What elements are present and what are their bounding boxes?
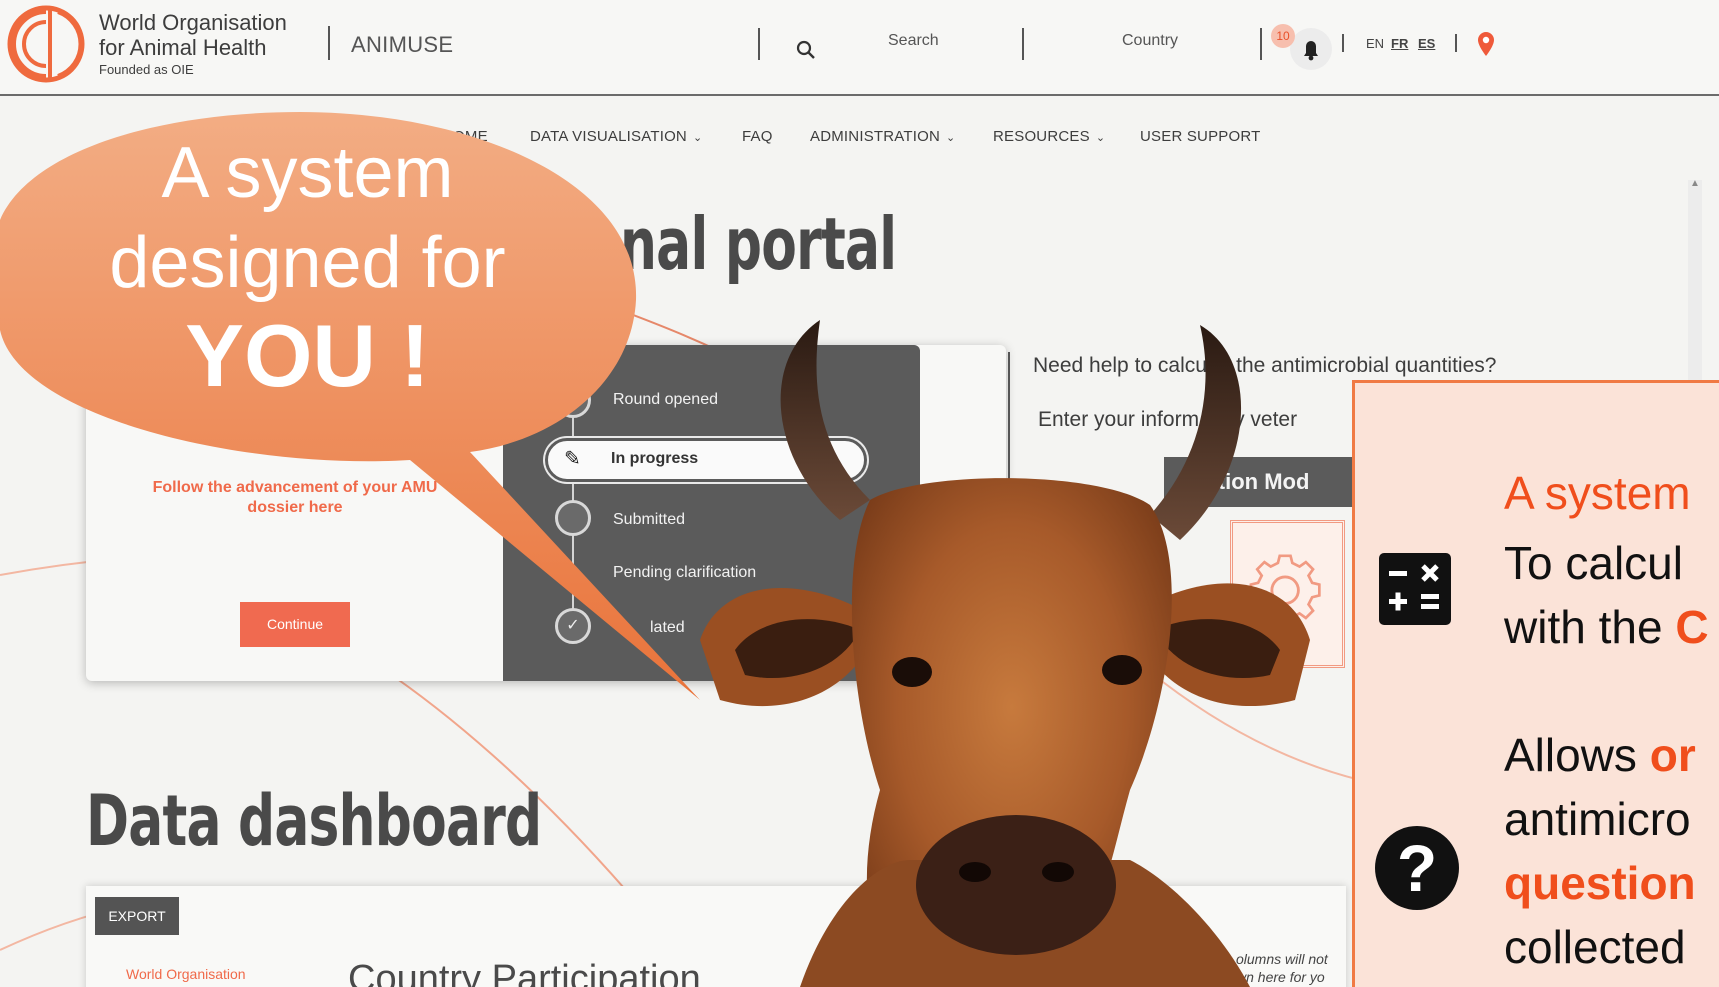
- bubble-line1: A system: [161, 133, 454, 213]
- bubble-line2: designed for: [109, 223, 506, 303]
- bubble-text: A system designed for YOU !: [40, 128, 575, 404]
- bubble-line3: YOU !: [185, 306, 430, 405]
